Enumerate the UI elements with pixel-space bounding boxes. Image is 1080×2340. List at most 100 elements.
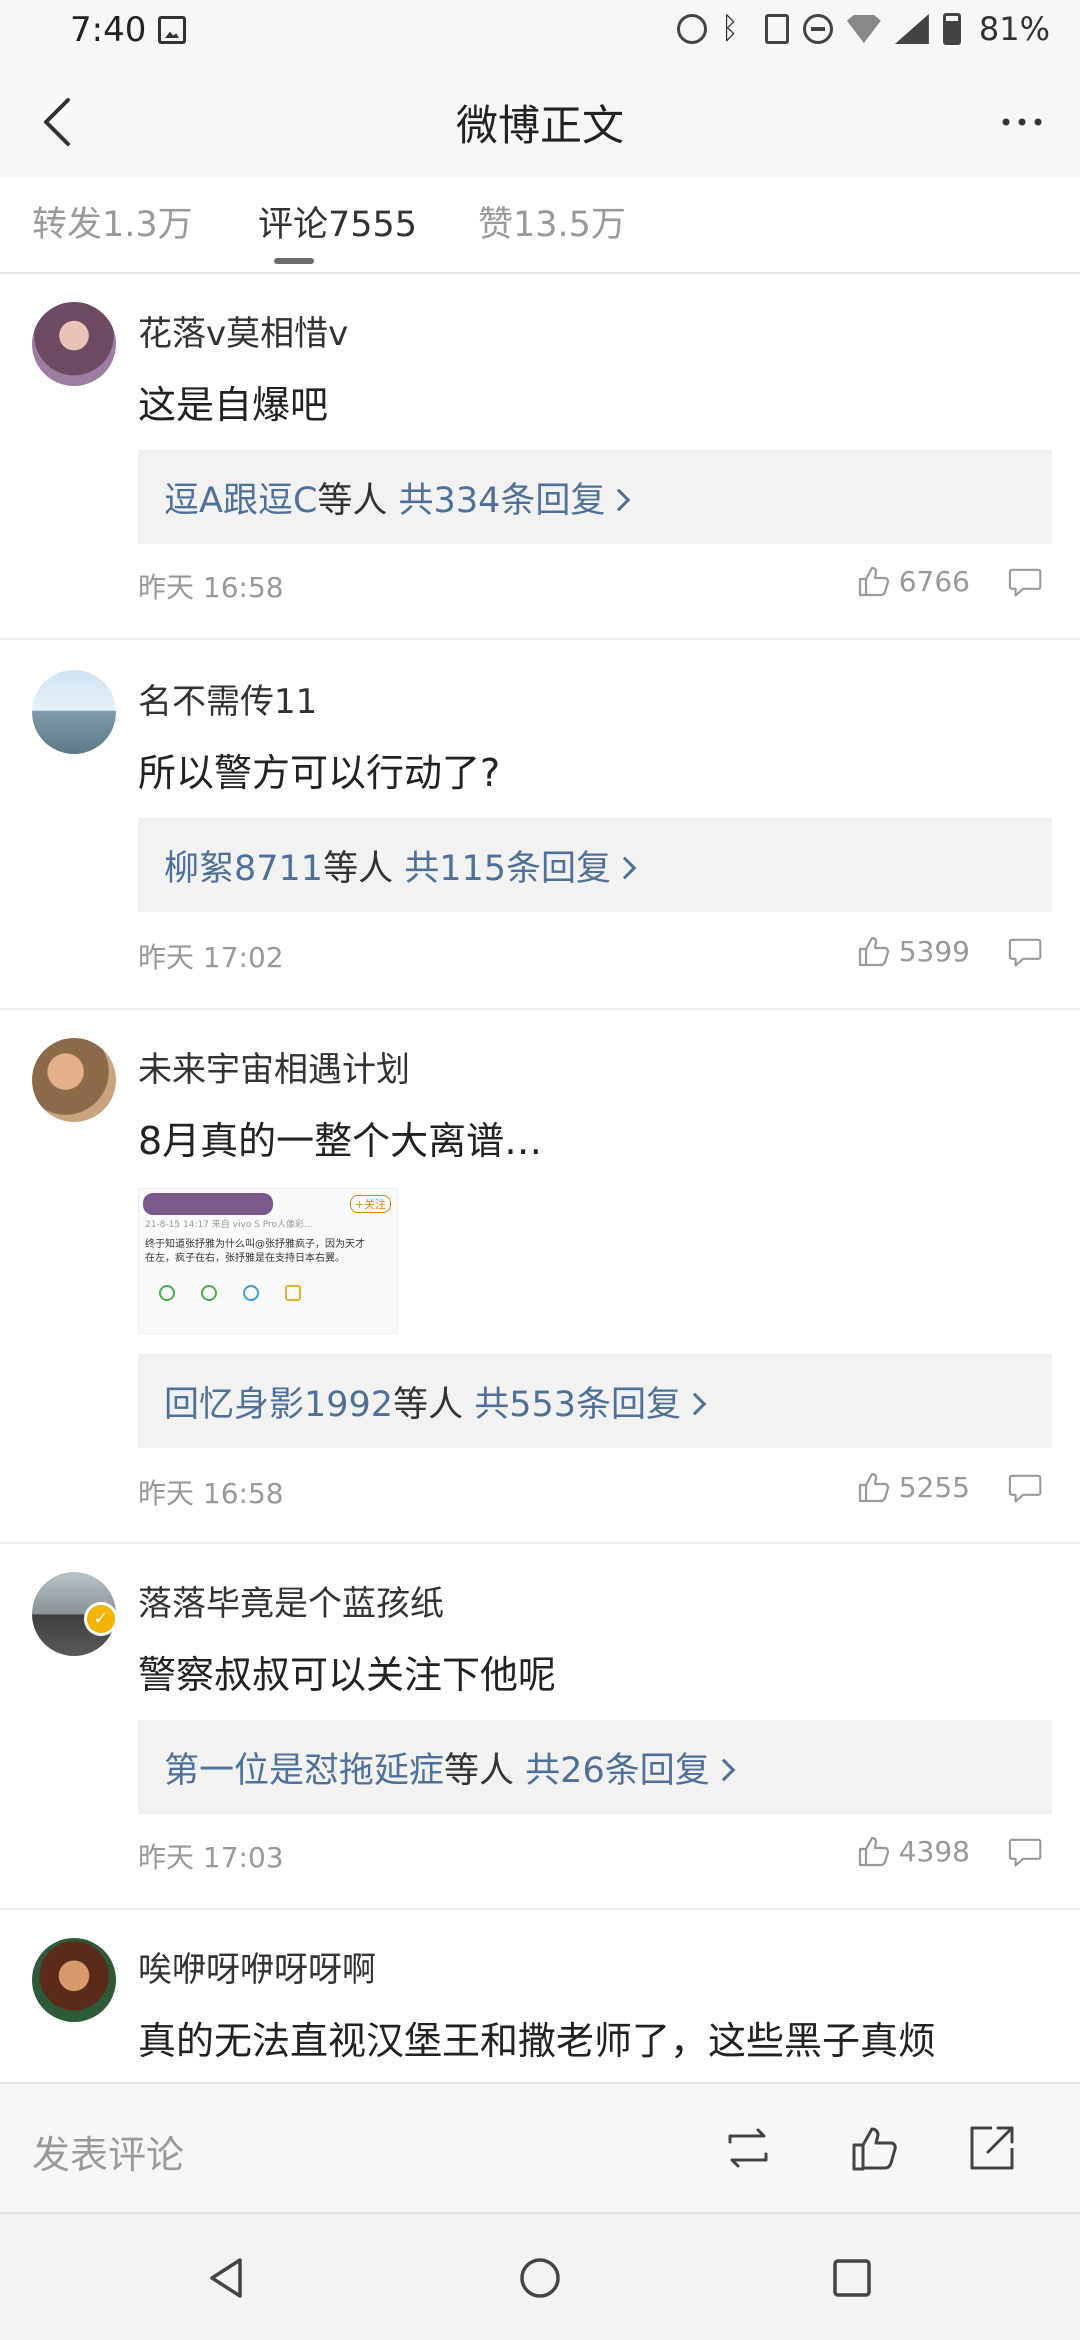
like-button[interactable]: 5255 — [857, 1470, 970, 1504]
like-count: 5399 — [898, 934, 970, 968]
title-bar: 微博正文 — [0, 62, 1080, 178]
tab-bar: 转发1.3万 评论7555 赞13.5万 — [0, 178, 1080, 274]
comment-item: 未来宇宙相遇计划 8月真的一整个大离谱… +关注 21-8-15 14:17 来… — [0, 1012, 1080, 1544]
comment-time: 昨天 16:58 — [138, 1477, 284, 1510]
bottom-action-bar: 发表评论 — [0, 2082, 1080, 2212]
comment-text: 警察叔叔可以关注下他呢 — [138, 1653, 557, 1697]
chevron-right-icon — [613, 856, 637, 880]
qq-icon — [243, 1285, 259, 1301]
tab-indicator — [274, 258, 314, 264]
do-not-disturb-icon — [802, 14, 833, 44]
avatar[interactable] — [32, 1038, 116, 1122]
like-count: 4398 — [898, 1834, 970, 1868]
nav-home-icon[interactable] — [512, 2250, 568, 2306]
image-header-blob — [143, 1193, 273, 1215]
more-button[interactable] — [992, 92, 1052, 152]
reply-summary[interactable]: 回忆身影1992等人 共553条回复 — [138, 1354, 1052, 1448]
image-caption-line: 21-8-15 14:17 来自 vivo S Pro人像彩... — [145, 1220, 313, 1230]
wechat-icon — [159, 1285, 175, 1301]
system-nav-bar — [0, 2212, 1080, 2340]
comment-time: 昨天 17:03 — [138, 1841, 284, 1874]
comment-input[interactable]: 发表评论 — [32, 2124, 184, 2179]
tab-comments[interactable]: 评论7555 — [258, 196, 417, 247]
avatar[interactable] — [32, 1938, 116, 2022]
comment-time: 昨天 17:02 — [138, 941, 284, 974]
wifi-icon — [846, 15, 881, 43]
like-button[interactable]: 4398 — [857, 1834, 970, 1868]
reply-etc: 等人 — [444, 1751, 515, 1791]
avatar[interactable] — [32, 670, 116, 754]
nav-recents-icon[interactable] — [824, 2250, 880, 2306]
image-caption-line: 终于知道张抒雅为什么叫@张抒雅疯子，因为天才 — [145, 1239, 365, 1250]
avatar[interactable] — [32, 302, 116, 386]
thumbs-up-icon[interactable] — [846, 2118, 906, 2178]
reply-etc: 等人 — [317, 481, 388, 521]
reply-users[interactable]: 回忆身影1992 — [164, 1385, 393, 1425]
like-count: 5255 — [898, 1470, 970, 1504]
image-follow-button: +关注 — [349, 1195, 391, 1213]
moments-icon — [201, 1285, 217, 1301]
thumbs-up-icon — [858, 1836, 889, 1867]
battery-icon — [942, 13, 961, 45]
alarm-icon — [676, 14, 707, 44]
comment-item: ✓ 落落毕竟是个蓝孩纸 警察叔叔可以关注下他呢 第一位是怼拖延症等人 共26条回… — [0, 1546, 1080, 1910]
comment-username[interactable]: 名不需传11 — [138, 674, 317, 723]
comment-text: 这是自爆吧 — [138, 383, 329, 427]
tab-likes[interactable]: 赞13.5万 — [478, 196, 626, 247]
reply-count[interactable]: 共553条回复 — [474, 1385, 681, 1425]
reply-count[interactable]: 共115条回复 — [404, 849, 611, 889]
note-icon — [285, 1285, 301, 1301]
chevron-right-icon — [712, 1758, 736, 1782]
reply-summary[interactable]: 逗A跟逗C等人 共334条回复 — [138, 450, 1052, 544]
image-share-icons — [159, 1285, 301, 1301]
bluetooth-icon: ᛒ — [720, 11, 739, 46]
reply-users[interactable]: 第一位是怼拖延症 — [164, 1751, 444, 1791]
reply-etc: 等人 — [393, 1385, 464, 1425]
thumbs-up-icon — [858, 566, 889, 597]
comment-username[interactable]: 唉咿呀咿呀呀啊 — [138, 1942, 376, 1991]
reply-summary[interactable]: 第一位是怼拖延症等人 共26条回复 — [138, 1720, 1052, 1814]
comment-text: 8月真的一整个大离谱… — [138, 1119, 543, 1163]
comment-icon[interactable] — [1008, 1836, 1044, 1870]
comment-icon[interactable] — [1008, 936, 1044, 970]
reply-count[interactable]: 共26条回复 — [525, 1751, 710, 1791]
repost-icon[interactable] — [718, 2118, 778, 2178]
status-time: 7:40 — [70, 10, 147, 50]
thumbs-up-icon — [858, 1472, 889, 1503]
comment-time: 昨天 16:58 — [138, 571, 284, 604]
nav-back-icon[interactable] — [200, 2250, 256, 2306]
chevron-right-icon — [608, 488, 631, 512]
comment-item: 唉咿呀咿呀呀啊 真的无法直视汉堡王和撒老师了，这些黑子真烦 — [0, 1912, 1080, 2082]
vibrate-icon — [764, 14, 789, 44]
image-caption-line: 在左，疯子在右，张抒雅是在支持日本右翼。 — [145, 1253, 345, 1264]
comment-text: 真的无法直视汉堡王和撒老师了，这些黑子真烦 — [138, 2019, 937, 2063]
comment-item: 名不需传11 所以警方可以行动了? 柳絮8711等人 共115条回复 昨天 17… — [0, 642, 1080, 1010]
reply-etc: 等人 — [323, 849, 394, 889]
gallery-icon — [158, 16, 186, 44]
like-button[interactable]: 6766 — [857, 564, 970, 598]
reply-users[interactable]: 逗A跟逗C — [164, 481, 317, 521]
signal-icon — [894, 14, 929, 44]
verified-badge: ✓ — [84, 1602, 118, 1636]
comment-username[interactable]: 花落v莫相惜v — [138, 306, 348, 355]
comment-image[interactable]: +关注 21-8-15 14:17 来自 vivo S Pro人像彩... 终于… — [138, 1188, 398, 1334]
comment-icon[interactable] — [1008, 1472, 1044, 1506]
share-icon[interactable] — [962, 2118, 1022, 2178]
page-title: 微博正文 — [455, 101, 624, 150]
thumbs-up-icon — [858, 936, 889, 967]
reply-summary[interactable]: 柳絮8711等人 共115条回复 — [138, 818, 1052, 912]
tab-reposts[interactable]: 转发1.3万 — [32, 196, 193, 247]
reply-users[interactable]: 柳絮8711 — [164, 849, 323, 889]
comment-item: 花落v莫相惜v 这是自爆吧 逗A跟逗C等人 共334条回复 昨天 16:58 6… — [0, 276, 1080, 640]
comment-text: 所以警方可以行动了? — [138, 751, 501, 795]
like-count: 6766 — [898, 564, 970, 598]
battery-percent: 81% — [978, 10, 1050, 48]
more-dots-icon — [1002, 118, 1042, 126]
reply-count[interactable]: 共334条回复 — [399, 481, 606, 521]
status-icons: ᛒ 81% — [676, 10, 1050, 48]
status-bar: 7:40 ᛒ 81% — [0, 0, 1080, 62]
comment-icon[interactable] — [1008, 566, 1044, 600]
like-button[interactable]: 5399 — [857, 934, 970, 968]
comment-username[interactable]: 落落毕竟是个蓝孩纸 — [138, 1576, 444, 1625]
comment-username[interactable]: 未来宇宙相遇计划 — [138, 1042, 410, 1091]
